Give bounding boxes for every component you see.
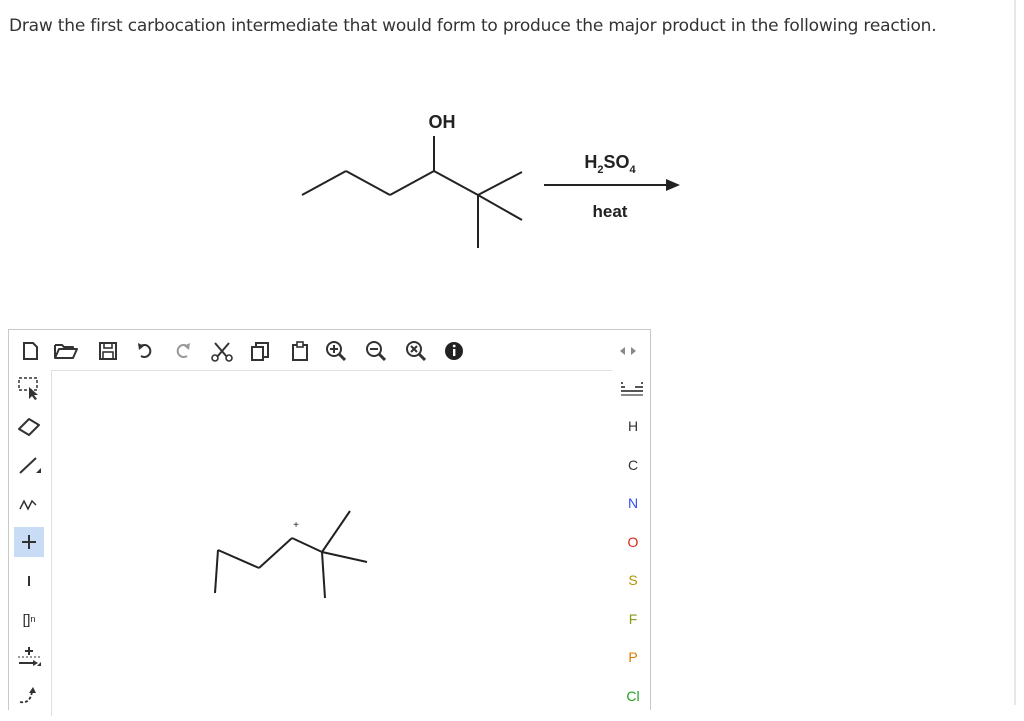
atom-button-c[interactable]: C [621,454,645,476]
scissors-icon [211,342,233,362]
paste-button[interactable] [285,336,315,366]
redo-button[interactable] [167,336,197,366]
mapping-tool[interactable] [14,680,44,710]
single-bond-icon [19,457,41,474]
charge-minus-tool[interactable] [14,566,44,596]
single-bond-tool[interactable] [14,450,44,480]
periodic-table-button[interactable] [617,374,647,404]
zoom-fit-button[interactable] [401,336,431,366]
chain-icon [19,499,37,511]
save-icon [99,342,117,360]
minus-charge-icon [28,576,30,586]
question-text: Draw the first carbocation intermediate … [9,16,937,36]
chain-tool[interactable] [14,488,44,518]
carbocation-charge: + [293,520,299,531]
sgroup-tool[interactable]: [] n [14,604,44,634]
drawn-structure [214,510,368,599]
editor-top-toolbar [9,330,650,370]
reaction-arrowhead [666,179,680,191]
plus-charge-icon [22,535,36,549]
atom-button-p[interactable]: P [621,646,645,668]
reagent-condition: heat [593,202,628,221]
page-divider [1014,0,1016,705]
zoom-in-button[interactable] [321,336,351,366]
atom-button-n[interactable]: N [621,492,645,514]
zoom-out-icon [366,341,387,362]
save-button[interactable] [93,336,123,366]
drawing-canvas[interactable]: + [51,370,612,716]
hydroxyl-label: OH [429,112,456,132]
select-tool[interactable] [14,373,44,403]
about-button[interactable] [439,336,469,366]
reactant-skeleton [301,136,523,248]
zoom-out-button[interactable] [361,336,391,366]
bracket-label: [] [22,611,31,627]
new-document-icon [23,342,38,360]
zoom-in-icon [326,341,347,362]
open-button[interactable] [51,336,81,366]
eraser-icon [18,418,40,436]
copy-icon [251,342,269,361]
structure-editor: [] n + H C N O S F P Cl [8,329,651,716]
atom-button-f[interactable]: F [621,608,645,630]
cut-button[interactable] [207,336,237,366]
reaction-arrow-tool[interactable] [14,642,44,672]
toolbar-scroll-arrows[interactable] [613,336,643,366]
undo-icon [138,343,152,358]
folder-open-icon [54,344,78,359]
atom-button-h[interactable]: H [621,415,645,437]
editor-right-toolbar: H C N O S F P Cl [613,370,650,710]
zoom-reset-icon [406,341,427,362]
chevron-left-right-icon [620,347,636,355]
bracket-subscript: n [30,614,36,624]
reaction-scheme: OH H2SO4 heat [290,100,710,260]
charge-plus-tool[interactable] [14,527,44,557]
selection-icon [18,377,38,400]
info-icon [445,342,463,360]
editor-left-toolbar: [] n [9,370,49,710]
reaction-plus-icon [18,647,41,666]
redo-icon [176,343,190,358]
undo-button[interactable] [131,336,161,366]
reagent-formula: H2SO4 [584,152,636,176]
atom-button-cl[interactable]: Cl [621,685,645,707]
new-document-button[interactable] [15,336,45,366]
atom-button-s[interactable]: S [621,569,645,591]
periodic-table-icon [621,382,643,396]
clipboard-icon [292,341,308,361]
atom-button-o[interactable]: O [621,531,645,553]
copy-button[interactable] [245,336,275,366]
erase-tool[interactable] [14,412,44,442]
curved-arrow-icon [19,687,36,704]
